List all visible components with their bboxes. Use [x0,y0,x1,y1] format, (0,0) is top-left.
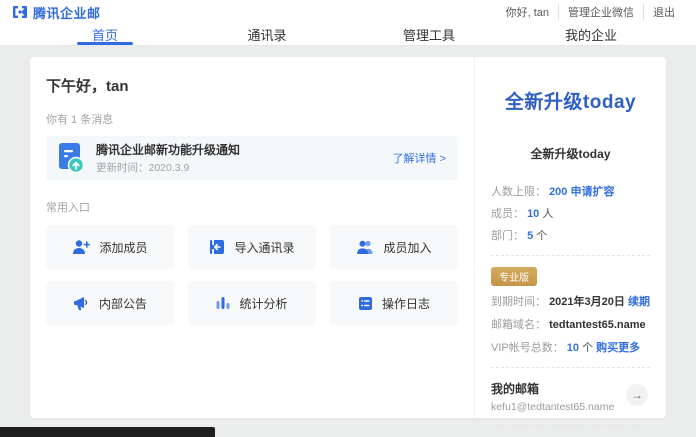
expand-capacity-link[interactable]: 申请扩容 [570,186,614,198]
messages-count-note: 你有 1 条消息 [46,111,458,127]
shortcut-statistics[interactable]: 统计分析 [188,281,316,325]
notice-details-link[interactable]: 了解详情 > [393,150,446,166]
buy-more-link[interactable]: 购买更多 [596,342,640,354]
member-join-icon [356,239,374,255]
plan-vip-count: VIP帐号总数： 10 个 购买更多 [491,341,650,355]
divider [491,367,650,368]
tab-home[interactable]: 首页 [24,24,186,45]
stat-departments: 部门： 5 个 [491,229,650,243]
topbar-manage-wecom-link[interactable]: 管理企业微信 [558,4,643,20]
divider [491,425,650,426]
upgrade-notice-item[interactable]: 腾讯企业邮新功能升级通知 更新时间：2020.3.9 了解详情 > [46,136,458,180]
greeting-title: 下午好，tan [46,75,458,96]
right-arrow-icon: → [631,388,643,402]
account-sidebar: 全新升级today 全新升级today 人数上限： 200 申请扩容 成员： 1… [475,57,666,418]
upgrade-banner-title: 全新升级today [491,87,650,114]
shortcut-label: 内部公告 [99,295,147,312]
stat-members: 成员： 10 人 [491,207,650,221]
exmail-logo[interactable]: 腾讯企业邮 [12,3,101,22]
notice-updated-time: 更新时间：2020.3.9 [96,160,393,175]
shortcuts-section-title: 常用入口 [46,199,458,215]
bottom-dark-bar [0,427,215,437]
shortcut-operation-log[interactable]: 操作日志 [330,281,458,325]
plan-badge: 专业版 [491,267,537,286]
topbar-logout-link[interactable]: 退出 [643,4,684,20]
topbar: 腾讯企业邮 你好, tan 管理企业微信 退出 [0,0,696,24]
my-mailbox-address: kefu1@tedtantest65.name [491,401,650,413]
tab-admin-tools[interactable]: 管理工具 [348,24,510,45]
shortcut-label: 操作日志 [382,295,430,312]
plan-domain: 邮箱域名： tedtantest65.name [491,318,650,332]
tab-contacts[interactable]: 通讯录 [186,24,348,45]
logo-text: 腾讯企业邮 [33,3,101,22]
notice-title: 腾讯企业邮新功能升级通知 [96,141,393,158]
shortcut-label: 统计分析 [239,295,287,312]
operation-log-icon [358,296,373,311]
notice-text: 腾讯企业邮新功能升级通知 更新时间：2020.3.9 [96,141,393,175]
shortcut-add-member[interactable]: 添加成员 [46,225,174,269]
dashboard-pane: 下午好，tan 你有 1 条消息 腾讯企业邮新功能升级通知 更新时间：2020.… [30,57,475,418]
shortcuts-grid: 添加成员 导入通讯录 成员加入 [46,225,458,325]
statistics-icon [216,295,230,311]
shortcut-member-join[interactable]: 成员加入 [330,225,458,269]
add-member-icon [72,239,90,255]
shortcut-import-contacts[interactable]: 导入通讯录 [188,225,316,269]
goto-mailbox-button[interactable]: → [626,384,648,406]
shortcut-label: 成员加入 [383,239,431,256]
divider [491,255,650,256]
tab-my-company[interactable]: 我的企业 [510,24,672,45]
stat-member-limit: 人数上限： 200 申请扩容 [491,185,650,199]
import-contacts-icon [209,239,225,255]
notice-document-icon [58,142,84,174]
shortcut-label: 导入通讯录 [234,239,294,256]
org-stats: 人数上限： 200 申请扩容 成员： 10 人 部门： 5 个 [491,185,650,243]
topbar-user-greeting[interactable]: 你好, tan [497,4,558,20]
my-mailbox-section: 我的邮箱 kefu1@tedtantest65.name → [491,380,650,413]
plan-expiry: 到期时间： 2021年3月20日 续期 [491,295,650,309]
shortcut-announcement[interactable]: 内部公告 [46,281,174,325]
main-nav: 首页 通讯录 管理工具 我的企业 [0,24,696,46]
renew-link[interactable]: 续期 [628,296,650,308]
exmail-logo-icon [12,5,28,19]
announcement-icon [73,296,90,311]
topbar-links: 你好, tan 管理企业微信 退出 [497,4,684,20]
upgrade-banner-subtitle: 全新升级today [491,145,650,162]
shortcut-label: 添加成员 [99,239,147,256]
main-card: 下午好，tan 你有 1 条消息 腾讯企业邮新功能升级通知 更新时间：2020.… [30,57,666,418]
